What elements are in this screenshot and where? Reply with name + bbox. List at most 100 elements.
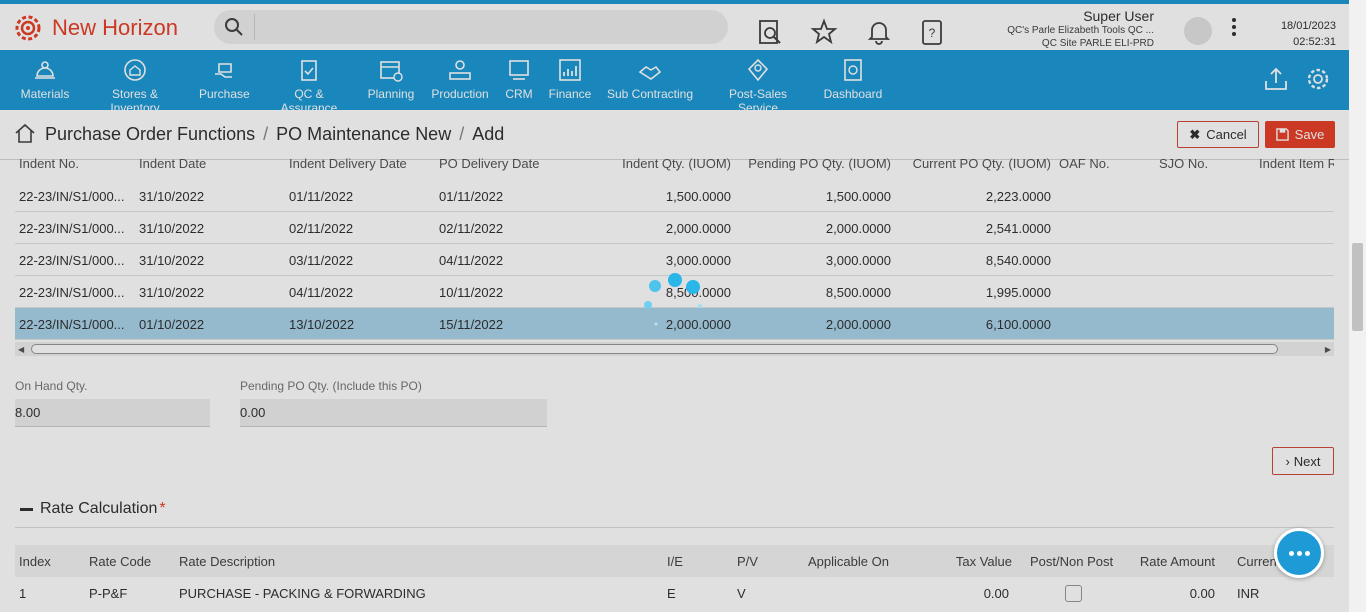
col-header[interactable]: Indent Qty. (IUOM) — [575, 156, 731, 171]
grid-header: Indent No. Indent Date Indent Delivery D… — [15, 156, 1334, 180]
user-site: QC Site PARLE ELI-PRD — [1041, 38, 1154, 49]
scroll-left-icon[interactable]: ◀ — [18, 345, 24, 354]
col-header[interactable]: Current PO Qty. (IUOM) — [895, 156, 1051, 171]
home-icon[interactable] — [14, 122, 36, 144]
col-header[interactable]: Rate Code — [89, 554, 151, 569]
search-icon[interactable] — [224, 17, 244, 37]
search-input[interactable] — [214, 10, 728, 44]
close-icon: ✖ — [1189, 126, 1201, 142]
rate-currency: INR — [1237, 586, 1260, 601]
crm-icon — [509, 60, 529, 80]
chevron-right-icon: › — [1285, 453, 1290, 469]
settings-icon[interactable] — [1304, 65, 1332, 93]
rate-calc-section-toggle[interactable]: Rate Calculation * — [20, 500, 166, 518]
app-logo[interactable]: New Horizon — [12, 12, 178, 44]
cell-indent-delivery-date: 03/11/2022 — [289, 253, 354, 268]
rate-index: 1 — [19, 586, 27, 601]
nav-item-production[interactable]: Production — [430, 56, 490, 101]
breadcrumb-separator: / — [459, 124, 465, 144]
nav-item-purchase[interactable]: Purchase — [199, 56, 250, 101]
chat-button[interactable] — [1274, 528, 1324, 578]
rate-tax-value: 0.00 — [983, 586, 1009, 601]
table-row[interactable]: 22-23/IN/S1/000... 31/10/2022 01/11/2022 01… — [15, 180, 1334, 212]
cell-pending-po-qty: 2,000.0000 — [825, 221, 891, 236]
cancel-button[interactable]: ✖ Cancel — [1177, 121, 1259, 148]
col-header[interactable]: Indent Date — [139, 156, 206, 171]
cell-indent-delivery-date: 04/11/2022 — [289, 285, 354, 300]
col-header[interactable]: SJO No. — [1159, 156, 1208, 171]
nav-item-subcontracting[interactable]: Sub Contracting — [606, 56, 694, 101]
breadcrumb-item[interactable]: PO Maintenance New — [276, 124, 451, 144]
nav-label: Production — [431, 87, 489, 101]
nav-item-planning[interactable]: Planning — [366, 56, 416, 101]
col-header[interactable]: I/E — [667, 554, 683, 569]
page-vertical-scrollbar[interactable] — [1349, 0, 1366, 612]
cell-indent-delivery-date: 13/10/2022 — [289, 317, 355, 332]
table-row[interactable]: 1 P-P&F PURCHASE - PACKING & FORWARDING … — [15, 577, 1334, 609]
cell-po-delivery-date: 04/11/2022 — [439, 253, 504, 268]
nav-item-post-sales[interactable]: Post-Sales Service — [708, 56, 808, 115]
scroll-right-icon[interactable]: ▶ — [1325, 345, 1331, 354]
rate-pv: V — [737, 586, 746, 601]
pending-po-qty-field[interactable]: 0.00 — [240, 399, 547, 427]
cell-indent-no: 22-23/IN/S1/000... — [19, 189, 125, 204]
nav-item-qc[interactable]: QC & Assurance — [265, 56, 353, 115]
cell-current-po-qty: 8,540.0000 — [985, 253, 1051, 268]
next-button[interactable]: › Next — [1272, 447, 1334, 475]
on-hand-qty-label: On Hand Qty. — [15, 379, 88, 393]
col-header[interactable]: Indent Delivery Date — [289, 156, 407, 171]
nav-label: Finance — [548, 87, 592, 101]
scrollbar-thumb[interactable] — [1352, 243, 1363, 331]
breadcrumb-item[interactable]: Purchase Order Functions — [45, 124, 255, 144]
help-book-icon[interactable]: ? — [918, 18, 946, 46]
col-header[interactable]: Tax Value — [912, 554, 1012, 569]
nav-item-materials[interactable]: Materials — [20, 56, 70, 101]
col-header[interactable]: Rate Description — [179, 554, 275, 569]
nav-item-crm[interactable]: CRM — [504, 56, 534, 101]
upload-icon[interactable] — [1262, 65, 1290, 93]
col-header[interactable]: Curren — [1237, 554, 1277, 569]
nav-label: Purchase — [199, 87, 250, 101]
bell-icon[interactable] — [865, 18, 893, 46]
col-header[interactable]: Rate Amount — [1115, 554, 1215, 569]
col-header[interactable]: Applicable On — [808, 554, 889, 569]
nav-item-dashboard[interactable]: Dashboard — [822, 56, 884, 101]
report-search-icon[interactable] — [756, 18, 784, 46]
save-button[interactable]: Save — [1265, 121, 1335, 148]
cell-indent-qty: 1,500.0000 — [665, 189, 731, 204]
col-header[interactable]: Post/Non Post — [1030, 554, 1113, 569]
col-header[interactable]: PO Delivery Date — [439, 156, 539, 171]
gear-logo-icon — [15, 15, 41, 41]
dashboard-icon — [844, 59, 862, 81]
more-menu-icon[interactable] — [1228, 18, 1240, 40]
breadcrumb: Purchase Order Functions / PO Maintenance … — [45, 124, 504, 145]
col-header[interactable]: Indent No. — [19, 156, 131, 171]
post-sales-icon — [747, 58, 769, 82]
nav-item-stores[interactable]: Stores & Inventory — [86, 56, 184, 115]
planning-icon — [380, 61, 403, 82]
col-header[interactable]: Indent Item R — [1259, 156, 1334, 171]
production-icon — [449, 60, 471, 80]
on-hand-qty-field[interactable]: 8.00 — [15, 399, 210, 427]
cancel-label: Cancel — [1206, 127, 1247, 142]
collapse-icon — [20, 507, 33, 511]
qc-icon — [301, 60, 317, 81]
post-non-post-checkbox[interactable] — [1065, 585, 1082, 602]
stores-icon — [124, 59, 146, 81]
rate-code: P-P&F — [89, 586, 128, 601]
grid-horizontal-scrollbar[interactable]: ◀ ▶ — [15, 342, 1334, 356]
scrollbar-thumb[interactable] — [31, 344, 1278, 354]
star-icon[interactable] — [810, 18, 838, 46]
finance-icon — [559, 59, 581, 81]
col-header[interactable]: P/V — [737, 554, 758, 569]
breadcrumb-separator: / — [263, 124, 269, 144]
breadcrumb-item-current: Add — [472, 124, 505, 144]
table-row[interactable]: 22-23/IN/S1/000... 31/10/2022 02/11/2022 02… — [15, 212, 1334, 244]
cell-indent-qty: 2,000.0000 — [665, 221, 731, 236]
col-header[interactable]: OAF No. — [1059, 156, 1110, 171]
col-header[interactable]: Index — [19, 554, 51, 569]
nav-item-finance[interactable]: Finance — [548, 56, 592, 101]
col-header[interactable]: Pending PO Qty. (IUOM) — [735, 156, 891, 171]
avatar[interactable] — [1184, 17, 1212, 45]
user-info[interactable]: Super User QC's Parle Elizabeth Tools QC… — [1007, 8, 1154, 50]
